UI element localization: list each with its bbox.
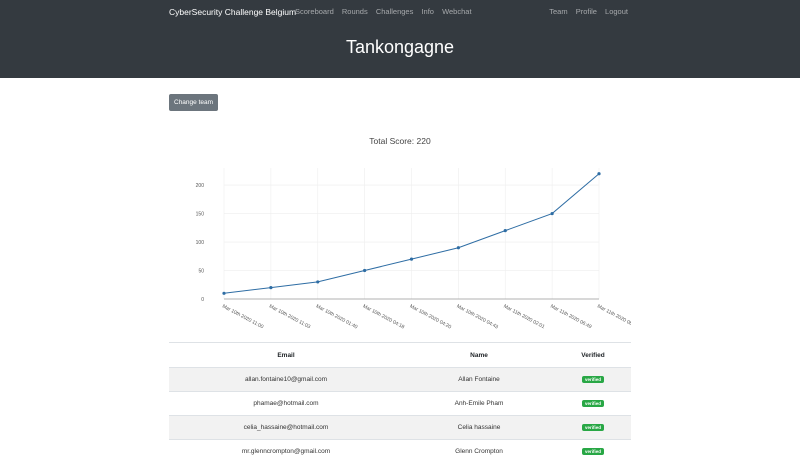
header-name: Name [403,342,555,368]
verified-badge: verified [581,424,604,431]
x-tick-label: Mar 10th 2020 04:43 [455,303,499,330]
member-name: Glenn Crompton [403,439,555,463]
x-tick-label: Mar 11th 2020 06:49 [549,303,592,330]
data-point [222,291,226,295]
x-tick-label: Mar 11th 2020 08:30 [596,303,631,330]
x-tick-label: Mar 11th 2020 02:01 [502,303,545,330]
table-header-row: Email Name Verified [169,342,631,368]
x-tick-label: Mar 10th 2020 01:40 [315,303,359,330]
x-tick-label: Mar 10th 2020 11:03 [268,303,311,330]
header-verified: Verified [555,342,631,368]
data-point [597,172,601,176]
member-email: phamae@hotmail.com [169,391,403,416]
nav-logout[interactable]: Logout [605,7,628,16]
data-point [503,229,507,233]
x-tick-label: Mar 10th 2020 04:18 [362,303,406,330]
table-row: celia_hassaine@hotmail.com Celia hassain… [169,415,631,440]
y-tick-label: 100 [196,240,205,246]
verified-badge: verified [581,448,604,455]
nav-challenges[interactable]: Challenges [376,7,414,16]
data-point [456,246,460,250]
nav-scoreboard[interactable]: Scoreboard [295,7,334,16]
members-table: Email Name Verified allan.fontaine10@gma… [169,342,631,463]
verified-cell: verified [555,391,631,416]
team-title: Tankongagne [345,37,455,57]
top-navbar: CyberSecurity Challenge Belgium Scoreboa… [0,0,800,78]
nav-profile[interactable]: Profile [576,7,597,16]
member-email: celia_hassaine@hotmail.com [169,415,403,440]
nav-team[interactable]: Team [549,7,567,16]
table-row: mr.glenncrompton@gmail.com Glenn Crompto… [169,439,631,463]
data-point [269,286,273,290]
data-point [316,280,320,284]
verified-cell: verified [555,367,631,392]
member-name: Celia hassaine [403,415,555,440]
data-point [550,211,554,216]
total-score: Total Score: 220 [0,136,800,146]
nav-info[interactable]: Info [421,7,434,16]
total-score-label: Total Score: [369,136,415,146]
header-email: Email [169,342,403,368]
verified-cell: verified [555,415,631,440]
data-point [363,268,367,273]
change-team-button[interactable]: Change team [169,94,219,111]
nav-rounds[interactable]: Rounds [342,7,368,16]
member-email: mr.glenncrompton@gmail.com [169,439,403,463]
x-tick-label: Mar 10th 2020 04:20 [409,303,453,330]
y-tick-label: 150 [196,212,205,218]
brand-link[interactable]: CyberSecurity Challenge Belgium [169,7,296,17]
table-row: allan.fontaine10@gmail.com Allan Fontain… [169,367,631,392]
x-tick-label: Mar 10th 2020 11:00 [221,303,264,330]
verified-cell: verified [555,439,631,463]
y-tick-label: 0 [201,297,204,303]
member-name: Allan Fontaine [403,367,555,392]
verified-badge: verified [581,400,604,407]
score-chart: 050100150200Mar 10th 2020 11:00 Mar 10th … [196,168,631,331]
table-row: phamae@hotmail.com Anh-Emile Pham verifi… [169,391,631,416]
nav-right: Team Profile Logout [549,7,628,16]
total-score-value: 220 [416,136,431,146]
y-tick-label: 200 [196,183,205,189]
data-point [409,257,414,261]
verified-badge: verified [581,376,604,383]
nav-webchat[interactable]: Webchat [442,7,471,16]
member-name: Anh-Emile Pham [403,391,555,416]
member-email: allan.fontaine10@gmail.com [169,367,403,392]
nav-left: Scoreboard Rounds Challenges Info Webcha… [295,7,478,16]
y-tick-label: 50 [198,269,204,275]
